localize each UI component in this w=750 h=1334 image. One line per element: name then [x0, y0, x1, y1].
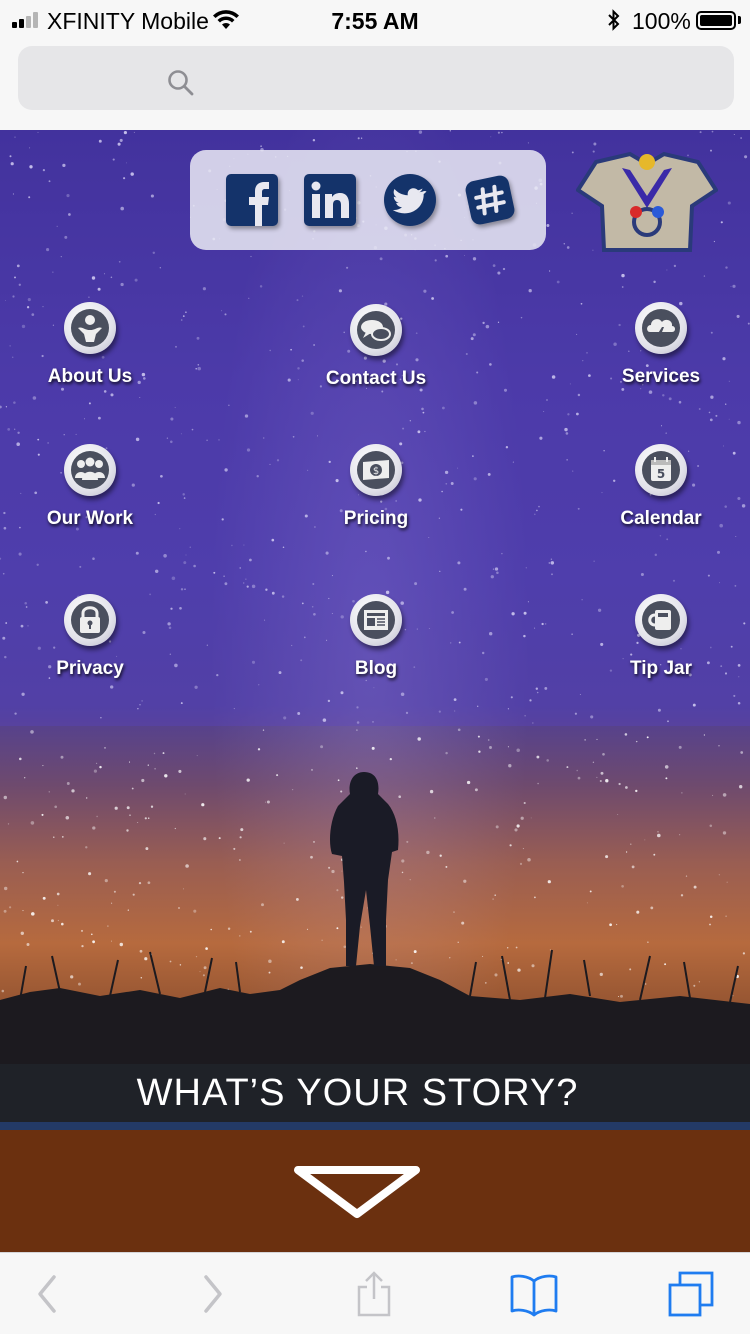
twitter-icon: [384, 174, 436, 226]
mug-icon: [635, 594, 687, 646]
group-icon: [64, 444, 116, 496]
facebook-icon: [226, 174, 278, 226]
cloud-lightning-icon: [635, 302, 687, 354]
tabs-icon: [668, 1271, 714, 1317]
story-headline: WHAT’S YOUR STORY?: [136, 1072, 579, 1114]
bookmarks-button[interactable]: [508, 1271, 560, 1317]
nav-item-calendar[interactable]: 5 Calendar: [571, 444, 750, 554]
story-banner: WHAT’S YOUR STORY?: [0, 1064, 750, 1122]
facebook-button[interactable]: [224, 172, 280, 228]
person-icon: [64, 302, 116, 354]
battery-icon: [696, 11, 736, 30]
address-input[interactable]: [74, 60, 674, 96]
address-bar[interactable]: [18, 46, 734, 110]
nav-label: Services: [621, 366, 701, 387]
share-icon: [357, 1271, 391, 1317]
chevron-down-icon[interactable]: [292, 1164, 422, 1220]
nav-label: Pricing: [343, 508, 409, 529]
nav-item-privacy[interactable]: Privacy: [0, 594, 180, 704]
slack-button[interactable]: [462, 172, 518, 228]
web-page: About Us Contact Us Services Our Work $ …: [0, 130, 750, 1252]
browser-address-area: [0, 40, 750, 130]
nav-label: Contact Us: [325, 368, 427, 389]
nav-item-our-work[interactable]: Our Work: [0, 444, 180, 554]
nav-item-contact-us[interactable]: Contact Us: [286, 304, 466, 414]
chat-bubbles-icon: [350, 304, 402, 356]
bluetooth-icon: [608, 9, 620, 31]
newspaper-icon: [350, 594, 402, 646]
linkedin-button[interactable]: [302, 172, 358, 228]
money-bill-icon: $: [350, 444, 402, 496]
twitter-button[interactable]: [382, 172, 438, 228]
chevron-right-icon: [204, 1275, 222, 1313]
chevron-left-icon: [38, 1275, 56, 1313]
brand-logo[interactable]: [576, 150, 718, 256]
tabs-button[interactable]: [666, 1271, 716, 1317]
back-button[interactable]: [34, 1271, 60, 1317]
nav-label: Privacy: [56, 658, 124, 679]
nav-item-tip-jar[interactable]: Tip Jar: [571, 594, 750, 704]
svg-text:$: $: [373, 466, 379, 477]
calendar-icon: 5: [635, 444, 687, 496]
nav-label: Calendar: [620, 508, 702, 529]
nav-item-about-us[interactable]: About Us: [0, 302, 180, 412]
nav-label: Our Work: [46, 508, 134, 529]
hero-background: About Us Contact Us Services Our Work $ …: [0, 130, 750, 1122]
divider-stripe: [0, 1122, 750, 1130]
social-links-panel: [190, 150, 546, 250]
svg-text:5: 5: [657, 467, 665, 481]
forward-button[interactable]: [200, 1271, 226, 1317]
nav-label: Tip Jar: [630, 658, 692, 679]
nav-item-pricing[interactable]: $ Pricing: [286, 444, 466, 554]
battery-percent: 100%: [632, 8, 691, 34]
browser-toolbar: [0, 1252, 750, 1334]
slack-icon: [465, 175, 515, 225]
lock-icon: [64, 594, 116, 646]
nav-label: Blog: [354, 658, 398, 679]
status-bar: XFINITY Mobile 7:55 AM 100%: [0, 0, 750, 40]
nav-item-blog[interactable]: Blog: [286, 594, 466, 704]
scroll-section: [0, 1130, 750, 1252]
nav-label: About Us: [47, 366, 133, 387]
book-icon: [510, 1274, 558, 1317]
nav-item-services[interactable]: Services: [571, 302, 750, 412]
linkedin-icon: [304, 174, 356, 226]
share-button[interactable]: [354, 1271, 394, 1317]
